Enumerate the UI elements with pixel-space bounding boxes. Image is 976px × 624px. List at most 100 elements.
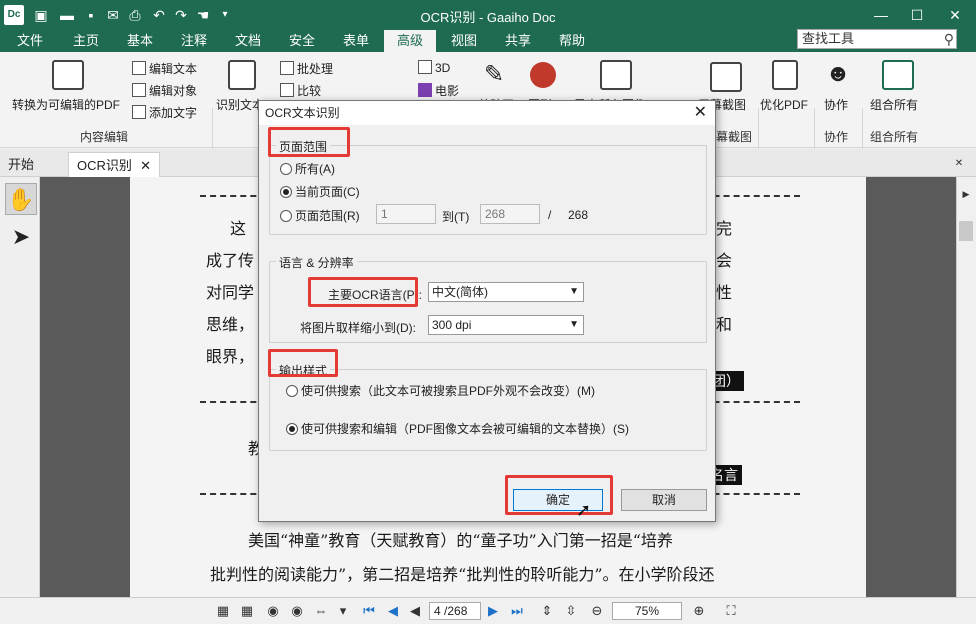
menu-share[interactable]: 共享	[498, 30, 538, 52]
menu-document[interactable]: 文档	[228, 30, 268, 52]
radio-all-pages[interactable]: 所有(A)	[280, 160, 335, 177]
mouse-cursor-icon: ➚	[576, 500, 592, 520]
range-to-input[interactable]: 268	[480, 204, 540, 224]
rotate-icon[interactable]: ▾	[334, 602, 352, 620]
combine-button[interactable]: 组合所有	[870, 96, 918, 113]
ocr-icon[interactable]	[228, 60, 256, 90]
hand-icon[interactable]: ✋	[5, 183, 37, 215]
convert-editable-icon[interactable]	[52, 60, 84, 90]
edit-object-button[interactable]: 编辑对象	[132, 82, 197, 99]
convert-editable-button[interactable]: 转换为可编辑的PDF	[12, 96, 120, 113]
chevron-down-icon: ▼	[569, 286, 579, 297]
range-slash: /	[548, 208, 552, 222]
radio-searchable-editable[interactable]: 使可供搜索和编辑（PDF图像文本会被可编辑的文本替换）(S)	[286, 420, 629, 437]
single-page-icon[interactable]: ▦	[214, 602, 232, 620]
movie-button[interactable]: 电影	[418, 82, 459, 99]
menu-basic[interactable]: 基本	[120, 30, 160, 52]
fit-width-icon[interactable]: ⇔	[312, 602, 330, 620]
maximize-icon[interactable]: ☐	[902, 4, 932, 26]
tab-ocr[interactable]: OCR识别 ✕	[68, 152, 160, 177]
optimize-pdf-button[interactable]: 优化PDF	[760, 96, 808, 113]
forward-icon[interactable]: ◉	[288, 602, 306, 620]
export-images-icon[interactable]	[600, 60, 632, 90]
close-window-icon[interactable]: ✕	[940, 4, 970, 26]
compare-button[interactable]: 比较	[280, 82, 321, 99]
radio-indicator	[286, 385, 298, 397]
select-arrow-icon[interactable]: ➤	[5, 221, 37, 253]
add-text-button[interactable]: 添加文字	[132, 104, 197, 121]
menu-help[interactable]: 帮助	[552, 30, 592, 52]
ocr-button[interactable]: 识别文本	[216, 96, 264, 113]
radio-current-page[interactable]: 当前页面(C)	[280, 183, 360, 200]
shape-icon[interactable]	[530, 62, 556, 88]
search-icon[interactable]: ⚲	[944, 30, 954, 48]
group-label-screenshot: 幕截图	[716, 130, 753, 144]
tab-ocr-label: OCR识别	[77, 158, 132, 173]
scroll-right-icon[interactable]: ▶	[957, 185, 975, 203]
radio-searchable[interactable]: 使可供搜索（此文本可被搜索且PDF外观不会改变）(M)	[286, 382, 595, 399]
doc-text: 成了传	[206, 251, 255, 270]
next-page-icon[interactable]: ▶	[484, 602, 502, 620]
compare-icon	[280, 83, 294, 97]
menu-home[interactable]: 主页	[66, 30, 106, 52]
primary-lang-label: 主要OCR语言(P):	[328, 288, 422, 302]
output-style-group: 输出样式 使可供搜索（此文本可被搜索且PDF外观不会改变）(M) 使可供搜索和编…	[269, 362, 707, 451]
batch-button[interactable]: 批处理	[280, 60, 333, 77]
radio-indicator	[286, 423, 298, 435]
menu-forms[interactable]: 表单	[336, 30, 376, 52]
primary-lang-value: 中文(简体)	[432, 285, 488, 299]
output-legend: 输出样式	[276, 362, 331, 379]
cube-icon	[418, 60, 432, 74]
3d-button[interactable]: 3D	[418, 60, 450, 75]
fullscreen-icon[interactable]: ⛶	[722, 602, 740, 620]
edit-text-button[interactable]: 编辑文本	[132, 60, 197, 77]
prev-page-icon[interactable]: ◀	[384, 602, 402, 620]
doc-text: 批判性的阅读能力”，第二招是培养“批判性的聆听能力”。在小学阶段还	[210, 565, 715, 584]
search-input[interactable]: 查找工具 ⚲	[797, 29, 957, 49]
doc-text: 对同学	[206, 283, 255, 302]
minimize-icon[interactable]: —	[866, 4, 896, 26]
collaborate-button[interactable]: 协作	[824, 96, 848, 113]
fit-page-icon[interactable]: ⇕	[538, 602, 556, 620]
dialog-close-icon[interactable]: ✕	[694, 101, 707, 125]
doc-text: 美国“神童”教育（天赋教育）的“童子功”入门第一招是“培养	[248, 531, 673, 550]
scroll-thumb[interactable]	[959, 221, 973, 241]
magic-wand-icon[interactable]: ✎	[484, 60, 512, 90]
menu-annotate[interactable]: 注释	[174, 30, 214, 52]
menu-file[interactable]: 文件	[10, 30, 50, 52]
range-from-input[interactable]: 1	[376, 204, 436, 224]
vertical-scrollbar[interactable]: ▶	[956, 177, 976, 597]
collaborate-icon[interactable]: ☻	[822, 60, 854, 90]
doc-text: 眼界，	[206, 347, 255, 366]
two-page-icon[interactable]: ▦	[238, 602, 256, 620]
prev-view-icon[interactable]: ◀	[406, 602, 424, 620]
menu-security[interactable]: 安全	[282, 30, 322, 52]
back-icon[interactable]: ◉	[264, 602, 282, 620]
doc-text: 这	[230, 219, 247, 238]
last-page-icon[interactable]: ⏭	[508, 602, 526, 620]
current-page: 4	[434, 604, 441, 618]
zoom-out-icon[interactable]: ⊖	[588, 602, 606, 620]
page-number-input[interactable]: 4 /268	[429, 602, 481, 620]
menu-view[interactable]: 视图	[444, 30, 484, 52]
group-label-content-edit: 内容编辑	[80, 130, 129, 144]
tabs-menu-icon[interactable]: ✕	[950, 155, 968, 173]
downsample-select[interactable]: 300 dpi ▼	[428, 315, 584, 335]
zoom-in-icon[interactable]: ⊕	[690, 602, 708, 620]
radio-page-range[interactable]: 页面范围(R)	[280, 207, 360, 224]
fit-height-icon[interactable]: ⇳	[562, 602, 580, 620]
combine-icon[interactable]	[882, 60, 914, 90]
screenshot-icon[interactable]	[710, 62, 742, 92]
first-page-icon[interactable]: ⏮	[360, 602, 378, 620]
primary-lang-select[interactable]: 中文(简体) ▼	[428, 282, 584, 302]
optimize-pdf-icon[interactable]	[772, 60, 798, 90]
tab-start[interactable]: 开始	[0, 152, 64, 177]
tab-close-icon[interactable]: ✕	[140, 153, 151, 178]
page-range-legend: 页面范围	[276, 138, 331, 155]
ocr-dialog: OCR文本识别 ✕ 页面范围 所有(A) 当前页面(C) 页面范围(R) 1 到…	[258, 100, 716, 522]
range-to-label: 到(T)	[442, 210, 470, 224]
language-legend: 语言 & 分辨率	[276, 254, 357, 271]
zoom-select[interactable]: 75%	[612, 602, 682, 620]
menu-advanced[interactable]: 高级	[384, 30, 436, 52]
cancel-button[interactable]: 取消	[621, 489, 707, 511]
